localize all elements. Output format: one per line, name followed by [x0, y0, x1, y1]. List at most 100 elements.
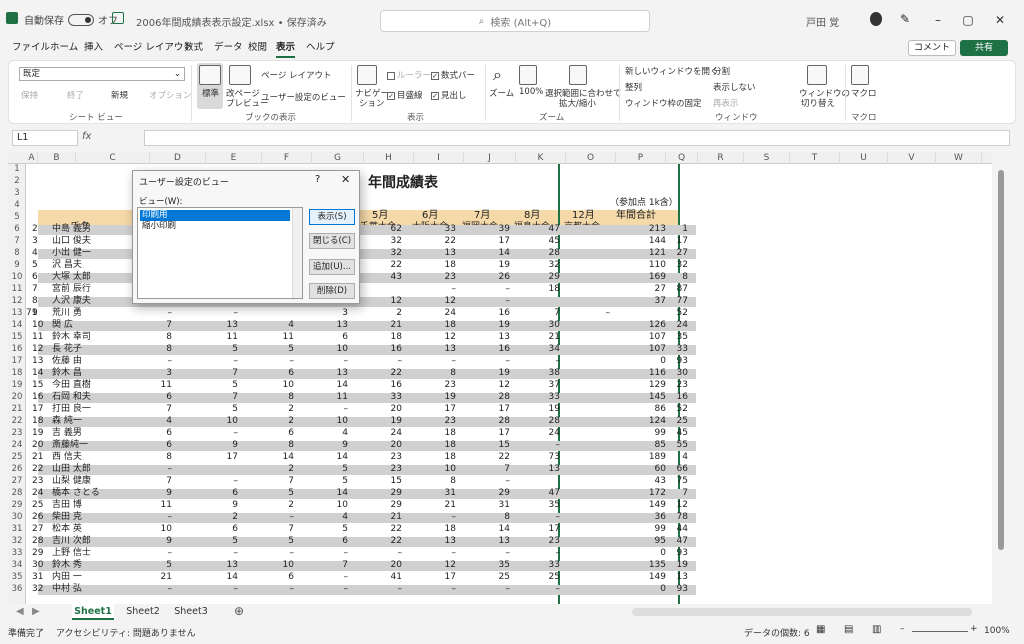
- cell[interactable]: 10: [258, 560, 294, 571]
- cell[interactable]: 28: [32, 536, 43, 547]
- cell[interactable]: 11: [258, 332, 294, 343]
- table-row[interactable]: 31 内田 一 21 14 6–41 17 25 25 149 13: [26, 572, 992, 583]
- cell[interactable]: –: [420, 548, 457, 559]
- row-header[interactable]: 9: [8, 260, 26, 270]
- cell[interactable]: 75: [652, 476, 688, 487]
- cell[interactable]: 4: [312, 512, 348, 523]
- cell[interactable]: 35: [524, 500, 560, 511]
- cell[interactable]: 7: [136, 476, 172, 487]
- cell[interactable]: –: [366, 584, 403, 595]
- close-icon[interactable]: ✕: [990, 10, 1010, 30]
- table-row[interactable]: 19 吉 義男 6–6 4 24 18 17 24 99 45: [26, 428, 992, 439]
- cell[interactable]: 22: [366, 524, 402, 535]
- cell[interactable]: –: [420, 284, 457, 295]
- pen-icon[interactable]: ✎: [900, 12, 910, 26]
- cell[interactable]: 12: [32, 344, 43, 355]
- cell[interactable]: 5: [258, 488, 294, 499]
- minimize-icon[interactable]: –: [928, 10, 948, 30]
- menu-view[interactable]: 表示: [276, 40, 296, 58]
- cell[interactable]: 8: [258, 440, 294, 451]
- table-row[interactable]: 25 吉田 博 11 9 2 10 29 21 31 35 149 12: [26, 500, 992, 511]
- cell[interactable]: 4: [32, 248, 38, 259]
- cell[interactable]: 11: [136, 500, 172, 511]
- cell[interactable]: 18: [420, 524, 456, 535]
- cell[interactable]: 45: [652, 428, 688, 439]
- autosave[interactable]: 自動保存 オフ: [24, 12, 118, 27]
- cell[interactable]: 16: [366, 380, 402, 391]
- cell[interactable]: 52: [652, 404, 688, 415]
- cell[interactable]: 2: [202, 512, 238, 523]
- cell[interactable]: 31: [474, 500, 510, 511]
- cell[interactable]: 23: [366, 464, 402, 475]
- views-list[interactable]: 印刷用 縮小印刷: [137, 207, 303, 299]
- cell[interactable]: 22: [366, 368, 402, 379]
- cell[interactable]: 28: [474, 392, 510, 403]
- keep-button[interactable]: 保持: [21, 89, 38, 101]
- user-name[interactable]: 戸田 覚: [806, 14, 839, 29]
- column-header-k[interactable]: K: [516, 152, 566, 164]
- cell[interactable]: 吉田 博: [52, 500, 82, 511]
- cell[interactable]: 19: [474, 320, 510, 331]
- cell[interactable]: –: [258, 512, 295, 523]
- page-layout-icon[interactable]: ▤: [844, 624, 853, 635]
- cell[interactable]: 18: [420, 452, 456, 463]
- cell[interactable]: 31: [32, 572, 43, 583]
- cell[interactable]: 2: [366, 308, 402, 319]
- cell[interactable]: 5: [258, 344, 294, 355]
- cell[interactable]: 10: [312, 416, 348, 427]
- cell[interactable]: 9: [136, 488, 172, 499]
- cell[interactable]: 18: [32, 416, 43, 427]
- cell[interactable]: 西 信夫: [52, 452, 82, 463]
- cell[interactable]: –: [524, 440, 561, 451]
- vertical-scrollbar[interactable]: [994, 152, 1010, 604]
- cell[interactable]: 吉川 次郎: [52, 536, 91, 547]
- cell[interactable]: 12: [420, 296, 456, 307]
- cell[interactable]: 21: [366, 320, 402, 331]
- cell[interactable]: 10: [312, 344, 348, 355]
- table-row[interactable]: 30 鈴木 秀 5 13 10 7 20 12 35 33 135 19: [26, 560, 992, 571]
- cell[interactable]: 17: [474, 236, 510, 247]
- cell[interactable]: 7: [474, 464, 510, 475]
- table-row[interactable]: 21 西 信夫 8 17 14 14 23 18 22 73 189 4: [26, 452, 992, 463]
- row-header[interactable]: 11: [8, 284, 26, 294]
- cell[interactable]: 44: [652, 524, 688, 535]
- cell[interactable]: 23: [420, 380, 456, 391]
- column-header-f[interactable]: F: [262, 152, 312, 164]
- cell[interactable]: 13: [312, 368, 348, 379]
- cell[interactable]: 11: [136, 380, 172, 391]
- cell[interactable]: 33: [420, 224, 456, 235]
- cell[interactable]: 33: [366, 392, 402, 403]
- cell[interactable]: 7: [652, 488, 688, 499]
- cell[interactable]: 19: [474, 260, 510, 271]
- cell[interactable]: 5: [32, 260, 38, 271]
- cell[interactable]: 47: [524, 488, 560, 499]
- cell[interactable]: 12: [420, 332, 456, 343]
- row-header[interactable]: 14: [8, 320, 26, 330]
- cell[interactable]: –: [312, 404, 349, 415]
- cell[interactable]: 3: [32, 236, 38, 247]
- cell[interactable]: 30: [652, 368, 688, 379]
- cell[interactable]: 2: [258, 416, 294, 427]
- column-header-a[interactable]: A: [26, 152, 38, 164]
- cell[interactable]: 13: [420, 536, 456, 547]
- row-header[interactable]: 30: [8, 512, 26, 522]
- cell[interactable]: 18: [420, 428, 456, 439]
- cell[interactable]: 21: [136, 572, 172, 583]
- cell[interactable]: 柴田 克: [52, 512, 82, 523]
- cell[interactable]: –: [524, 584, 561, 595]
- cell[interactable]: 5: [312, 476, 348, 487]
- cell[interactable]: 沢 昌夫: [52, 260, 82, 271]
- column-header-v[interactable]: V: [888, 152, 936, 164]
- cell[interactable]: 上野 信士: [52, 548, 91, 559]
- row-header[interactable]: 32: [8, 536, 26, 546]
- cell[interactable]: 5: [202, 404, 238, 415]
- cell[interactable]: 6: [136, 428, 172, 439]
- menu-home[interactable]: ホーム: [50, 40, 78, 56]
- close-button[interactable]: 閉じる(C): [309, 233, 355, 249]
- fx-icon[interactable]: fx: [82, 131, 91, 142]
- cell[interactable]: –: [258, 584, 295, 595]
- cell[interactable]: 55: [652, 440, 688, 451]
- cell[interactable]: 4: [258, 320, 294, 331]
- row-header[interactable]: 20: [8, 392, 26, 402]
- share-button[interactable]: 共有: [960, 40, 1008, 56]
